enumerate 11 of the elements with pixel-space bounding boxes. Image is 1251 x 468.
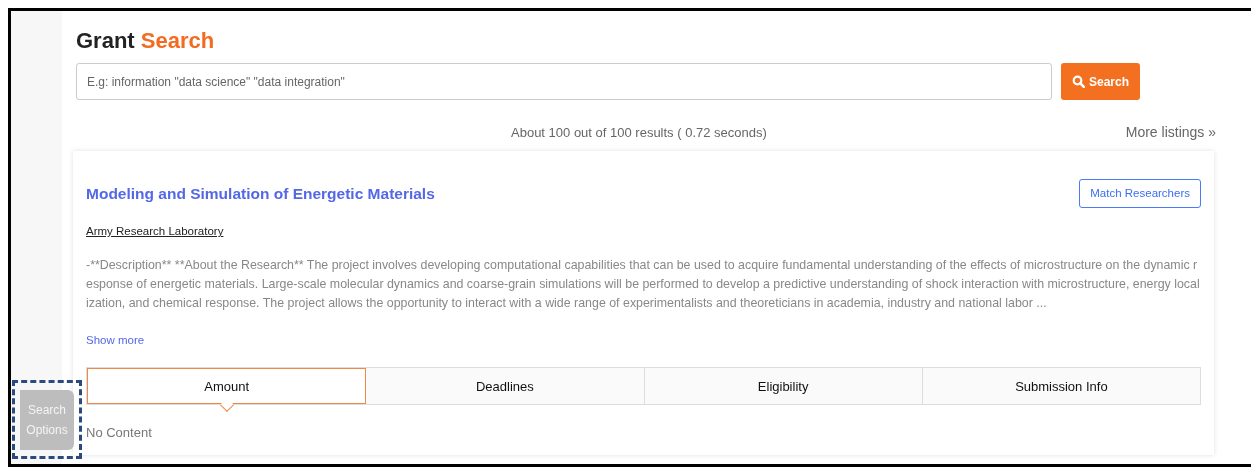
tab-content-text: No Content — [86, 424, 153, 443]
show-more-link[interactable]: Show more — [86, 334, 145, 347]
page-title: Grant Search — [76, 27, 216, 55]
match-researchers-button[interactable]: Match Researchers — [1079, 179, 1201, 209]
agency-link[interactable]: Army Research Laboratory — [86, 225, 224, 238]
more-listings-link[interactable]: More listings » — [1125, 122, 1216, 143]
search-field[interactable]: E.g: information "data science" "data integration" — [76, 63, 1052, 100]
grant-description: -**Description** **About the Research** The project involves developing computational capabilities that can be used to acquire fundamental understanding of the effects of microstructure on the dynamic response of energetic materials. Large-scale molecular dynamics and coarse-grain simulations will be performed to develop a predictive understanding of shock interaction with microstructure, energy localization, and chemical response. The project allows the opportunity to interact with a wide range of experimentalists and theoreticians in academia, industry and national labor ... — [86, 257, 1201, 313]
results-summary: About 100 out of 100 results ( 0.72 seconds) — [511, 123, 767, 142]
search-icon — [1072, 75, 1085, 88]
grant-title-link[interactable]: Modeling and Simulation of Energetic Materials — [86, 182, 435, 206]
